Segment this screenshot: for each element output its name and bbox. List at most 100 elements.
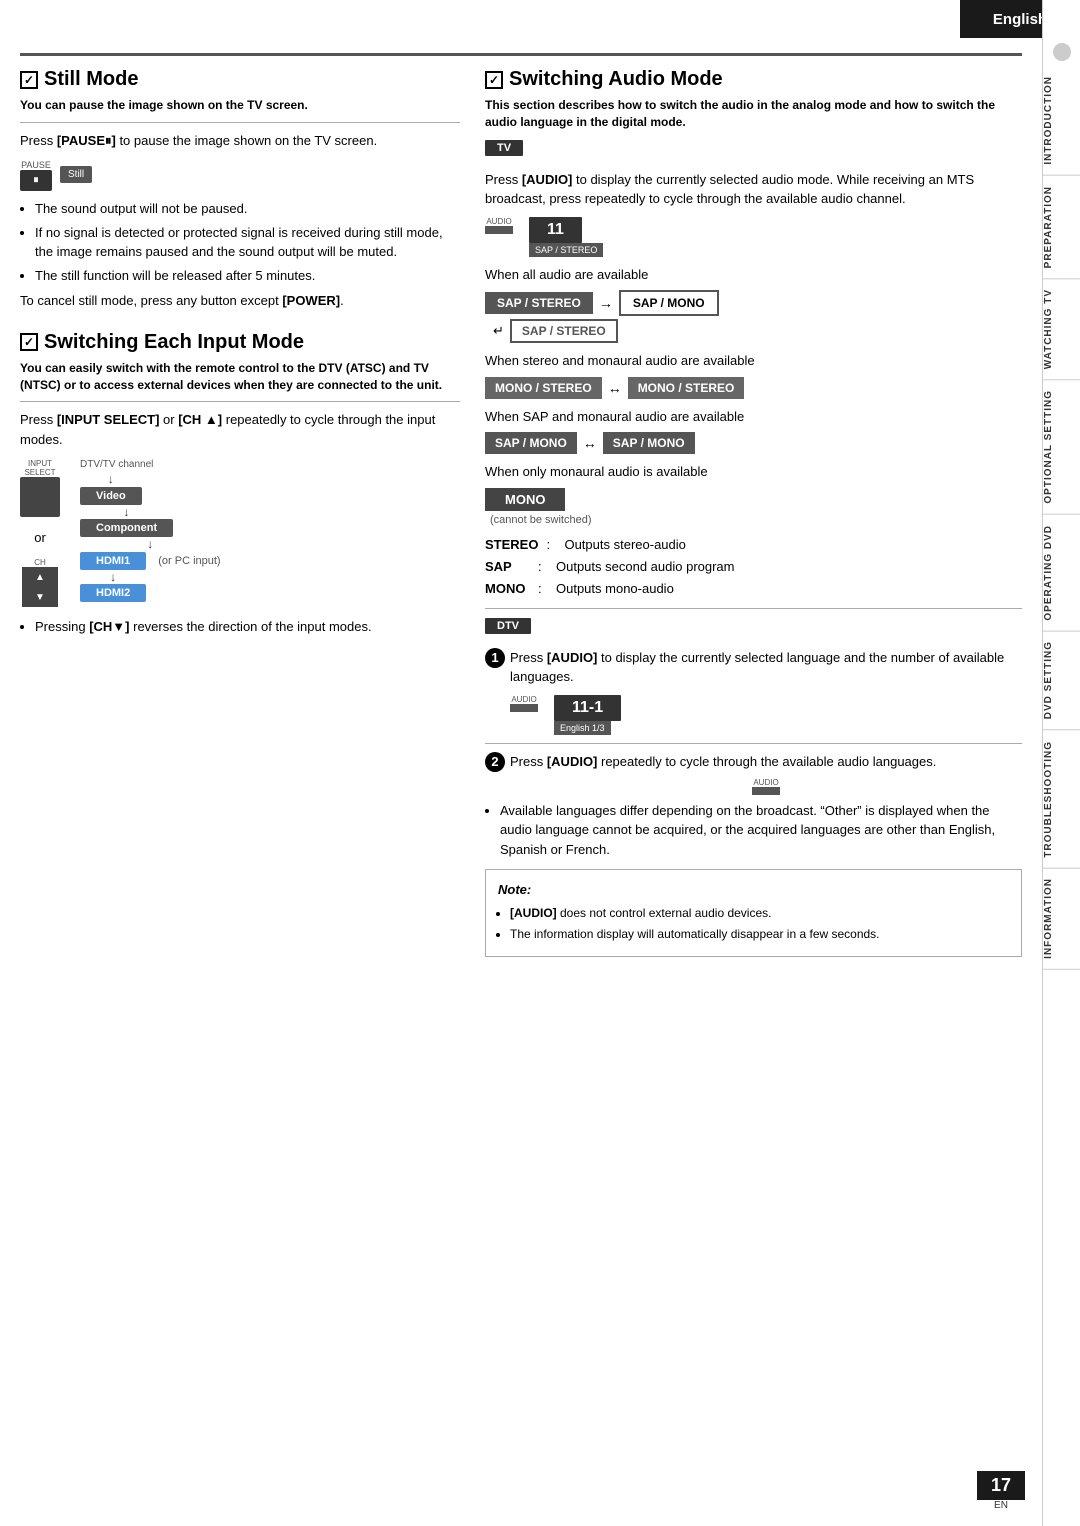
dtv-divider	[485, 608, 1022, 609]
flow-hdmi1: ↓ HDMI1 (or PC input)	[80, 537, 221, 569]
still-mode-title: ✓ Still Mode	[20, 68, 460, 91]
audio-flow-diagram: When all audio are available SAP / STERE…	[485, 265, 1022, 526]
audio-bold-1: [AUDIO]	[522, 172, 573, 187]
flow-video: ↓ Video	[80, 472, 142, 504]
switching-audio-subtitle: This section describes how to switch the…	[485, 97, 1022, 131]
mono-only-row: MONO	[485, 488, 1022, 511]
pause-key-button: ⏸	[20, 170, 52, 191]
switching-audio-section: ✓ Switching Audio Mode This section desc…	[485, 68, 1022, 957]
still-mode-cancel: To cancel still mode, press any button e…	[20, 291, 460, 311]
sidebar-operating-dvd: OPERATING DVD	[1043, 515, 1080, 632]
note-box: Note: [AUDIO] does not control external …	[485, 869, 1022, 957]
step1-display-num: 11-1	[554, 695, 621, 721]
step1-number: 1	[485, 648, 505, 668]
page-number: 17	[977, 1471, 1025, 1500]
ch-up-button[interactable]: ▲	[22, 567, 58, 587]
audio-definitions: STEREO : Outputs stereo-audio SAP : Outp…	[485, 534, 1022, 600]
sidebar-troubleshooting: TROUBLESHOOTING	[1043, 731, 1080, 869]
still-label: Still	[60, 166, 92, 183]
arrow-to-hdmi2: ↓	[110, 570, 116, 584]
note-item-2: The information display will automatical…	[510, 925, 1009, 943]
step1-row: 1 Press [AUDIO] to display the currently…	[485, 648, 1022, 687]
tv-badge: TV	[485, 140, 523, 156]
still-mode-pause-bold: [PAUSE⏸]	[57, 133, 116, 148]
mono-only-btn: MONO	[485, 488, 565, 511]
switching-input-divider	[20, 401, 460, 402]
switching-audio-title: ✓ Switching Audio Mode	[485, 68, 1022, 91]
note-item-1: [AUDIO] does not control external audio …	[510, 904, 1009, 922]
input-select-wrapper: INPUTSELECT	[20, 459, 60, 517]
ch-down-button[interactable]: ▼	[22, 587, 58, 607]
step2-audio-label: AUDIO	[753, 778, 778, 787]
still-power-bold: [POWER]	[282, 293, 340, 308]
bullet-1: The sound output will not be paused.	[35, 199, 460, 219]
tv-badge-wrapper: TV	[485, 139, 1022, 164]
arrow-lr-2: ↔	[583, 435, 597, 451]
audio-btn-label: AUDIO	[486, 217, 511, 226]
stereo-value: Outputs stereo-audio	[564, 534, 685, 556]
switching-input-checkbox-icon: ✓	[20, 333, 38, 351]
sap-colon: :	[538, 556, 548, 578]
sap-stereo-dark-btn: SAP / STEREO	[485, 292, 593, 314]
sidebar-preparation: PREPARATION	[1043, 176, 1080, 279]
still-mode-title-text: Still Mode	[44, 68, 138, 91]
mono-stereo-dark-btn1: MONO / STEREO	[485, 377, 602, 399]
display-wrapper: 11 SAP / STEREO	[529, 217, 603, 257]
pc-note: (or PC input)	[158, 555, 220, 567]
sidebar-optional-setting: OPTIONAL SETTING	[1043, 380, 1080, 515]
audio-button-wrapper: AUDIO	[485, 217, 513, 234]
step1-audio-bold: [AUDIO]	[547, 650, 598, 665]
flow-component: ↓ Component	[80, 505, 173, 537]
switching-input-title-text: Switching Each Input Mode	[44, 331, 304, 354]
input-select-button[interactable]	[20, 477, 60, 517]
left-column: ✓ Still Mode You can pause the image sho…	[20, 68, 460, 957]
switching-input-body1: Press [INPUT SELECT] or [CH ▲] repeatedl…	[20, 410, 460, 449]
sap-label: SAP	[485, 556, 530, 578]
switching-input-bullets: Pressing [CH▼] reverses the direction of…	[35, 617, 460, 637]
switching-audio-checkbox-icon: ✓	[485, 71, 503, 89]
still-mode-divider	[20, 122, 460, 123]
hdmi1-box: HDMI1	[80, 552, 146, 570]
when2-text: When stereo and monaural audio are avail…	[485, 351, 1022, 371]
two-column-layout: ✓ Still Mode You can pause the image sho…	[20, 68, 1022, 957]
ch-down-bullet: Pressing [CH▼] reverses the direction of…	[35, 617, 460, 637]
step2-audio-button	[752, 787, 780, 795]
arrow-right-1: →	[599, 295, 613, 311]
return-arrow-icon: ↵	[493, 323, 504, 339]
video-box: Video	[80, 487, 142, 505]
display-num: 11	[529, 217, 582, 243]
component-box: Component	[80, 519, 173, 537]
sidebar-watching-tv: WATCHING TV	[1043, 279, 1080, 380]
note-audio-bold: [AUDIO]	[510, 906, 557, 920]
switching-input-title: ✓ Switching Each Input Mode	[20, 331, 460, 354]
sap-mono-dark-btn1: SAP / MONO	[485, 432, 577, 454]
mono-colon: :	[538, 578, 548, 600]
step2-row: 2 Press [AUDIO] repeatedly to cycle thro…	[485, 752, 1022, 772]
mono-stereo-row: MONO / STEREO ↔ MONO / STEREO	[485, 377, 1022, 399]
step2-audio-bold: [AUDIO]	[547, 754, 598, 769]
audio-button	[485, 226, 513, 234]
right-sidebar: INTRODUCTION PREPARATION WATCHING TV OPT…	[1042, 0, 1080, 1526]
step2-bullets: Available languages differ depending on …	[500, 801, 1022, 860]
step1-audio-label: AUDIO	[511, 695, 536, 704]
when4-text: When only monaural audio is available	[485, 462, 1022, 482]
arrow-lr-1: ↔	[608, 380, 622, 396]
sap-mono-row: SAP / MONO ↔ SAP / MONO	[485, 432, 1022, 454]
step1-display-sub: English 1/3	[554, 721, 611, 735]
note-list: [AUDIO] does not control external audio …	[510, 904, 1009, 943]
right-column: ✓ Switching Audio Mode This section desc…	[485, 68, 1022, 957]
sap-stereo-row: SAP / STEREO → SAP / MONO	[485, 290, 1022, 316]
step2-audio-inner: AUDIO	[510, 778, 1022, 795]
step1-text: Press [AUDIO] to display the currently s…	[510, 648, 1022, 687]
sidebar-dvd-setting: DVD SETTING	[1043, 631, 1080, 730]
ch-btn-group: CH ▲ ▼	[22, 558, 58, 607]
step2-number: 2	[485, 752, 505, 772]
switching-audio-title-text: Switching Audio Mode	[509, 68, 723, 91]
when3-text: When SAP and monaural audio are availabl…	[485, 407, 1022, 427]
mono-def: MONO : Outputs mono-audio	[485, 578, 1022, 600]
input-flow-chart: DTV/TV channel ↓ Video ↓ Component ↓	[80, 459, 221, 602]
sap-stereo-back-row: ↵ SAP / STEREO	[493, 319, 1022, 343]
sap-value: Outputs second audio program	[556, 556, 735, 578]
pause-key-label: PAUSE	[21, 160, 51, 170]
mono-value: Outputs mono-audio	[556, 578, 674, 600]
